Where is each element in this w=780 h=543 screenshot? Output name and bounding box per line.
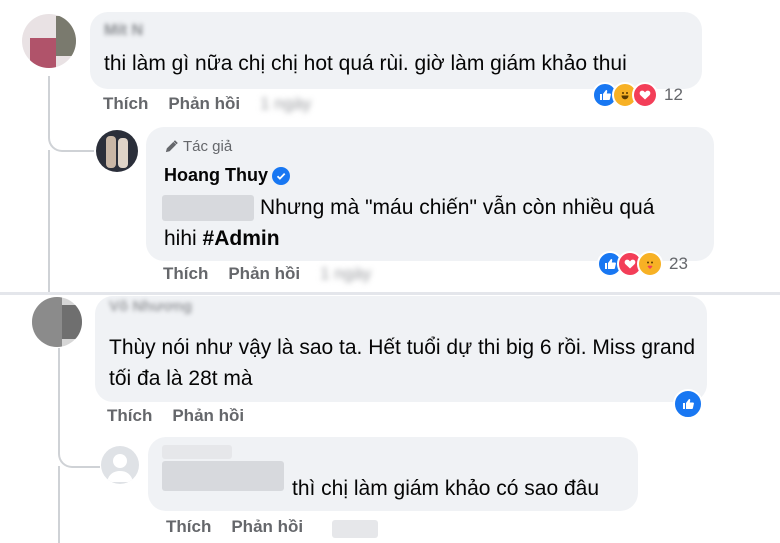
reply-button[interactable]: Phản hồi [228, 264, 300, 284]
like-button[interactable]: Thích [103, 94, 148, 114]
default-avatar-icon[interactable] [101, 446, 139, 484]
commenter-avatar[interactable] [32, 297, 82, 347]
comment-time[interactable]: 1 ngày [260, 94, 311, 114]
pencil-icon [165, 140, 178, 153]
comment-text: Nhưng mà "máu chiến" vẫn còn nhiều quá [260, 196, 655, 219]
like-button[interactable]: Thích [163, 264, 208, 284]
reaction-count: 23 [669, 254, 688, 273]
comment-text-prefix: hihi [164, 227, 203, 250]
hashtag-link[interactable]: #Admin [203, 227, 280, 250]
comment-actions: Thích Phản hồi [166, 517, 303, 537]
reaction-summary[interactable]: 12 [592, 82, 683, 108]
author-name-row: Hoang Thuy [164, 165, 290, 186]
thread-line [48, 76, 94, 152]
like-button[interactable]: Thích [107, 406, 152, 426]
thread-line [58, 410, 100, 468]
thread-line [48, 150, 50, 292]
comment-bubble: Mít N thi làm gì nữa chị chị hot quá rùi… [90, 12, 702, 89]
comment-actions: Thích Phản hồi 1 ngày [163, 264, 371, 284]
reaction-count: 12 [664, 85, 683, 104]
reply-button[interactable]: Phản hồi [168, 94, 240, 114]
author-badge: Tác giả [164, 138, 232, 155]
section-divider [0, 292, 780, 295]
commenter-avatar[interactable] [22, 14, 76, 68]
comment-author[interactable]: Võ Nhương [109, 298, 192, 315]
comment-bubble: thì chị làm giám khảo có sao đâu [148, 437, 638, 511]
thread-line [58, 348, 60, 410]
thread-line [58, 466, 60, 543]
mention-redacted [162, 195, 254, 221]
comment-actions: Thích Phản hồi 1 ngày [103, 94, 311, 114]
comment-text: Thùy nói như vậy là sao ta. Hết tuổi dự … [109, 336, 696, 390]
reaction-summary[interactable] [673, 389, 703, 419]
like-icon [673, 389, 703, 419]
comment-text: thi làm gì nữa chị chị hot quá rùi. giờ … [104, 52, 627, 75]
comment-text: thì chị làm giám khảo có sao đâu [292, 477, 600, 500]
reply-button[interactable]: Phản hồi [172, 406, 244, 426]
author-avatar[interactable] [96, 130, 138, 172]
author-redacted [162, 445, 232, 459]
comment-bubble: Võ Nhương Thùy nói như vậy là sao ta. Hế… [95, 296, 707, 402]
comment-time[interactable]: 1 ngày [320, 264, 371, 284]
comment-author[interactable]: Mít N [104, 22, 143, 40]
comment-actions: Thích Phản hồi [107, 406, 244, 426]
love-icon [632, 82, 658, 108]
author-comment-bubble: Tác giả Hoang Thuy Nhưng mà "máu chiến" … [146, 127, 714, 261]
comment-text-line2: hihi #Admin [164, 223, 280, 254]
comment-author[interactable]: Hoang Thuy [164, 165, 268, 186]
author-badge-label: Tác giả [183, 138, 233, 155]
like-button[interactable]: Thích [166, 517, 211, 537]
reaction-summary[interactable]: 23 [597, 251, 688, 277]
care-icon [637, 251, 663, 277]
comment-time-redacted [332, 520, 378, 538]
mention-redacted [162, 461, 284, 491]
reply-button[interactable]: Phản hồi [231, 517, 303, 537]
verified-badge-icon [272, 166, 290, 185]
